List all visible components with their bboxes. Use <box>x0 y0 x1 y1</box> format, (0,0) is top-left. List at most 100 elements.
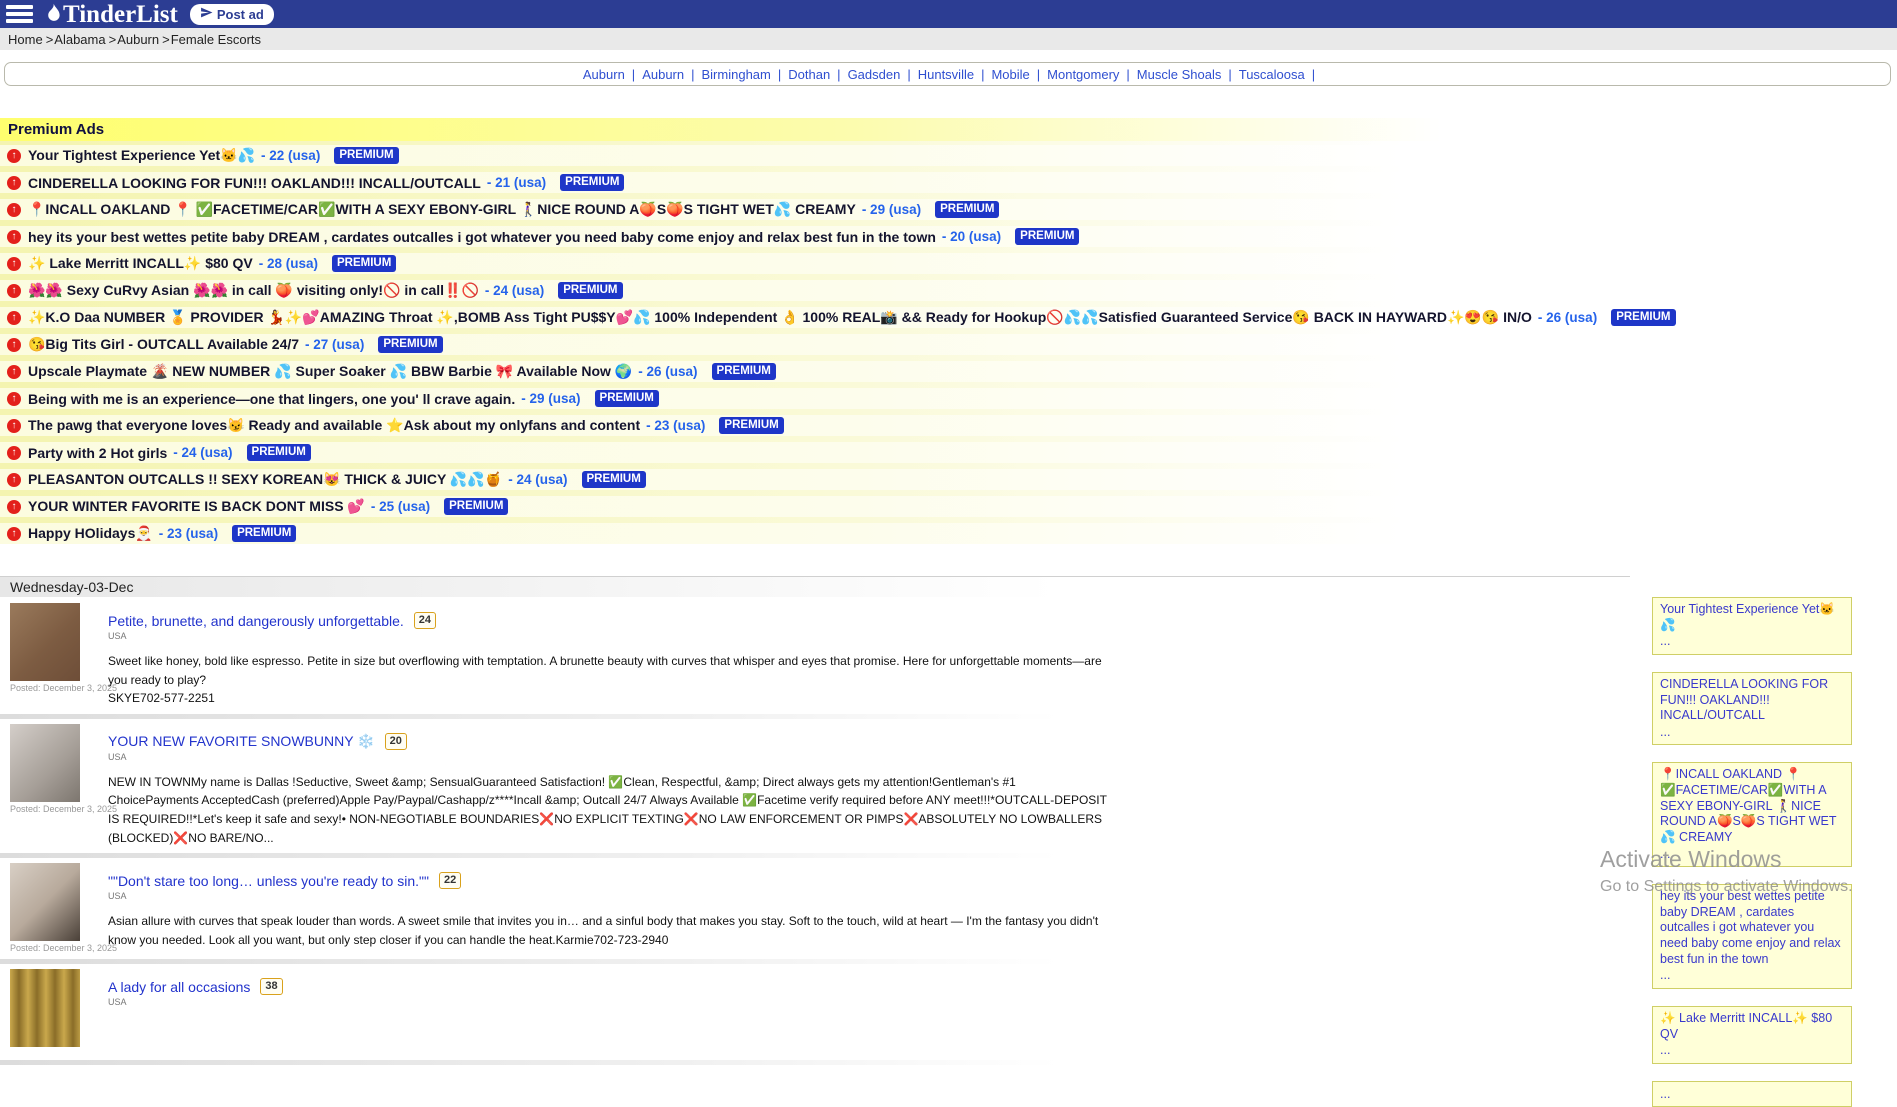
breadcrumb-item: Female Escorts> <box>171 32 261 47</box>
up-arrow-icon: ↑ <box>7 365 21 379</box>
city-separator: | <box>632 67 635 82</box>
city-link[interactable]: Huntsville <box>918 67 974 82</box>
premium-ad-title[interactable]: PLEASANTON OUTCALLS !! SEXY KOREAN😻 THIC… <box>28 471 502 488</box>
premium-ad-meta: - 26 (usa) <box>1538 310 1597 325</box>
listing-title-link[interactable]: ""Don't stare too long… unless you're re… <box>108 873 429 889</box>
sidebar-ad-link[interactable]: Your Tightest Experience Yet🐱💦 <box>1660 602 1835 632</box>
premium-ad-title[interactable]: ✨ Lake Merritt INCALL✨ $80 QV <box>28 255 253 272</box>
post-ad-label: Post ad <box>217 7 264 22</box>
premium-ad-title[interactable]: Party with 2 Hot girls <box>28 445 167 461</box>
premium-ad-row[interactable]: ↑ 🌺🌺 Sexy CuRvy Asian 🌺🌺 in call 🍑 visit… <box>0 280 1897 301</box>
sidebar-ad-box[interactable]: 📍INCALL OAKLAND 📍✅FACETIME/CAR✅WITH A SE… <box>1652 762 1852 867</box>
listings: Posted: December 3, 2025 Petite, brunett… <box>0 598 1630 1065</box>
premium-ad-title[interactable]: 📍INCALL OAKLAND 📍 ✅FACETIME/CAR✅WITH A S… <box>28 201 856 218</box>
premium-ad-meta: - 26 (usa) <box>638 364 697 379</box>
hamburger-menu-icon[interactable] <box>6 5 33 23</box>
premium-ad-row[interactable]: ↑ YOUR WINTER FAVORITE IS BACK DONT MISS… <box>0 496 1897 517</box>
breadcrumb-link[interactable]: Female Escorts <box>171 32 261 47</box>
premium-badge: PREMIUM <box>935 201 999 218</box>
premium-ad-title[interactable]: 😘Big Tits Girl - OUTCALL Available 24/7 <box>28 336 299 353</box>
premium-ad-row[interactable]: ↑ The pawg that everyone loves😼 Ready an… <box>0 415 1897 436</box>
premium-ad-meta: - 24 (usa) <box>173 445 232 460</box>
listing-title-link[interactable]: YOUR NEW FAVORITE SNOWBUNNY ❄️ <box>108 733 375 750</box>
listing-description: NEW IN TOWNMy name is Dallas !Seductive,… <box>108 773 1108 847</box>
premium-ad-title[interactable]: Happy HOlidays🎅 <box>28 525 153 542</box>
premium-badge: PREMIUM <box>712 363 776 380</box>
brand-logo[interactable]: TinderList <box>43 1 178 28</box>
sidebar-ad-link[interactable]: ✨ Lake Merritt INCALL✨ $80 QV <box>1660 1011 1832 1041</box>
city-nav-item: Tuscaloosa | <box>1234 67 1317 82</box>
sidebar-ad-box[interactable]: CINDERELLA LOOKING FOR FUN!!! OAKLAND!!!… <box>1652 672 1852 746</box>
premium-ad-title[interactable]: ✨K.O Daa NUMBER 🏅 PROVIDER 💃✨💕AMAZING Th… <box>28 309 1532 326</box>
city-link[interactable]: Dothan <box>788 67 830 82</box>
sidebar-ad-more: ... <box>1660 1087 1844 1103</box>
post-ad-button[interactable]: Post ad <box>190 4 274 25</box>
premium-ad-title[interactable]: YOUR WINTER FAVORITE IS BACK DONT MISS 💕 <box>28 498 365 515</box>
sidebar-ad-more: ... <box>1660 968 1844 984</box>
sidebar-ad-more: ... <box>1660 725 1844 741</box>
premium-ad-meta: - 22 (usa) <box>261 148 320 163</box>
listing-thumbnail[interactable] <box>10 863 80 941</box>
listing-thumbnail[interactable] <box>10 603 80 681</box>
premium-ads-section: Premium Ads ↑ Your Tightest Experience Y… <box>0 118 1897 550</box>
premium-ad-row[interactable]: ↑ CINDERELLA LOOKING FOR FUN!!! OAKLAND!… <box>0 172 1897 193</box>
up-arrow-icon: ↑ <box>7 392 21 406</box>
city-link[interactable]: Muscle Shoals <box>1137 67 1222 82</box>
premium-ad-title[interactable]: Being with me is an experience—one that … <box>28 391 515 407</box>
sidebar-ad-link[interactable]: 📍INCALL OAKLAND 📍✅FACETIME/CAR✅WITH A SE… <box>1660 767 1837 844</box>
premium-ad-meta: - 24 (usa) <box>508 472 567 487</box>
city-separator: | <box>1312 67 1315 82</box>
sidebar-ad-box[interactable]: ... <box>1652 1081 1852 1107</box>
premium-ad-meta: - 23 (usa) <box>159 526 218 541</box>
city-link[interactable]: Auburn <box>583 67 625 82</box>
sidebar-premium-ads: Your Tightest Experience Yet🐱💦 ... CINDE… <box>1652 597 1852 1107</box>
breadcrumb-link[interactable]: Alabama <box>54 32 105 47</box>
city-nav-item: Auburn| <box>637 67 696 82</box>
breadcrumb-link[interactable]: Auburn <box>117 32 159 47</box>
up-arrow-icon: ↑ <box>7 527 21 541</box>
premium-ad-title[interactable]: hey its your best wettes petite baby DRE… <box>28 229 936 245</box>
city-link[interactable]: Tuscaloosa <box>1239 67 1305 82</box>
age-badge: 38 <box>260 978 282 995</box>
premium-ad-row[interactable]: ↑ Being with me is an experience—one tha… <box>0 388 1897 409</box>
city-nav-item: Gadsden| <box>843 67 913 82</box>
sidebar-ad-box[interactable]: Your Tightest Experience Yet🐱💦 ... <box>1652 597 1852 655</box>
premium-badge: PREMIUM <box>444 498 508 515</box>
listing-title-link[interactable]: Petite, brunette, and dangerously unforg… <box>108 613 404 629</box>
city-link[interactable]: Auburn <box>642 67 684 82</box>
sidebar-ad-link[interactable]: hey its your best wettes petite baby DRE… <box>1660 889 1841 966</box>
premium-ad-title[interactable]: Upscale Playmate 🌋 NEW NUMBER 💦 Super So… <box>28 363 632 380</box>
premium-ads-header: Premium Ads <box>0 118 1897 141</box>
up-arrow-icon: ↑ <box>7 338 21 352</box>
city-link[interactable]: Montgomery <box>1047 67 1119 82</box>
city-link[interactable]: Mobile <box>991 67 1029 82</box>
paper-plane-icon <box>200 6 213 22</box>
premium-ad-row[interactable]: ↑ Your Tightest Experience Yet🐱💦 - 22 (u… <box>0 145 1897 166</box>
sidebar-ad-box[interactable]: hey its your best wettes petite baby DRE… <box>1652 884 1852 989</box>
breadcrumb-link[interactable]: Home <box>8 32 43 47</box>
premium-ad-title[interactable]: The pawg that everyone loves😼 Ready and … <box>28 417 640 434</box>
premium-ad-row[interactable]: ↑ ✨K.O Daa NUMBER 🏅 PROVIDER 💃✨💕AMAZING … <box>0 307 1897 328</box>
premium-badge: PREMIUM <box>719 417 783 434</box>
city-link[interactable]: Gadsden <box>848 67 901 82</box>
sidebar-ad-link[interactable]: CINDERELLA LOOKING FOR FUN!!! OAKLAND!!!… <box>1660 677 1828 722</box>
premium-ad-row[interactable]: ↑ ✨ Lake Merritt INCALL✨ $80 QV - 28 (us… <box>0 253 1897 274</box>
premium-ad-title[interactable]: 🌺🌺 Sexy CuRvy Asian 🌺🌺 in call 🍑 visitin… <box>28 282 479 299</box>
premium-ad-row[interactable]: ↑ Happy HOlidays🎅 - 23 (usa) PREMIUM <box>0 523 1897 544</box>
city-link[interactable]: Birmingham <box>702 67 771 82</box>
premium-ad-row[interactable]: ↑ Upscale Playmate 🌋 NEW NUMBER 💦 Super … <box>0 361 1897 382</box>
premium-ad-row[interactable]: ↑ 😘Big Tits Girl - OUTCALL Available 24/… <box>0 334 1897 355</box>
premium-ad-title[interactable]: CINDERELLA LOOKING FOR FUN!!! OAKLAND!!!… <box>28 175 481 191</box>
listing-thumbnail[interactable] <box>10 724 80 802</box>
breadcrumb-item: Home> <box>8 32 54 47</box>
premium-ad-row[interactable]: ↑ Party with 2 Hot girls - 24 (usa) PREM… <box>0 442 1897 463</box>
sidebar-ad-more: ... <box>1660 634 1844 650</box>
premium-ad-row[interactable]: ↑ hey its your best wettes petite baby D… <box>0 226 1897 247</box>
listing-title-link[interactable]: A lady for all occasions <box>108 979 250 995</box>
premium-ad-row[interactable]: ↑ PLEASANTON OUTCALLS !! SEXY KOREAN😻 TH… <box>0 469 1897 490</box>
premium-ad-row[interactable]: ↑ 📍INCALL OAKLAND 📍 ✅FACETIME/CAR✅WITH A… <box>0 199 1897 220</box>
listing-thumbnail[interactable] <box>10 969 80 1047</box>
sidebar-ad-box[interactable]: ✨ Lake Merritt INCALL✨ $80 QV ... <box>1652 1006 1852 1064</box>
premium-ad-title[interactable]: Your Tightest Experience Yet🐱💦 <box>28 147 255 164</box>
listing-location: USA <box>108 631 1108 641</box>
